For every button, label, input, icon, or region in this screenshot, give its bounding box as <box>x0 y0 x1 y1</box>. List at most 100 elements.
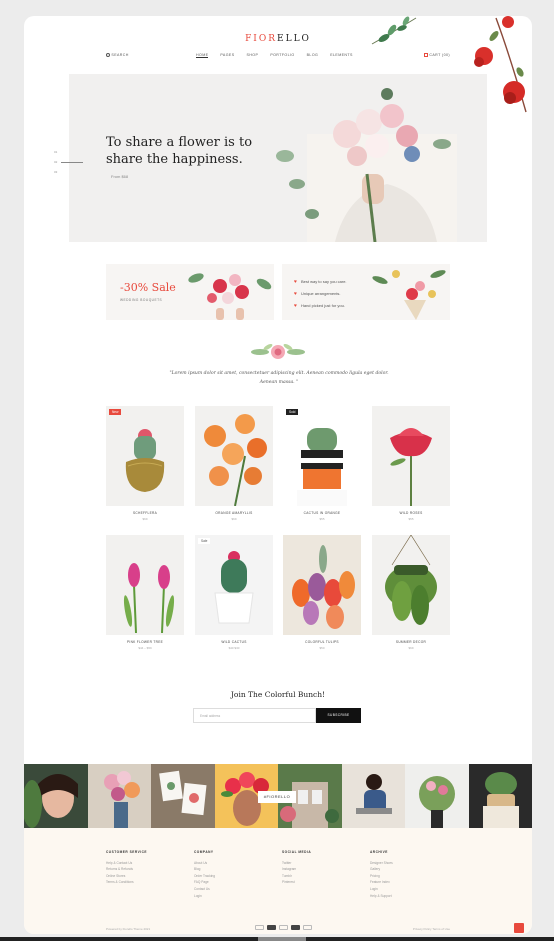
product-price: $40 $30 <box>228 646 240 650</box>
product-price: $55 <box>408 517 414 521</box>
product-name[interactable]: SCHEFFLERA <box>106 511 184 515</box>
product-image[interactable] <box>106 535 184 635</box>
footer-link[interactable]: Help & Contact Us <box>106 860 147 867</box>
footer-link[interactable]: Twitter <box>282 860 311 867</box>
newsletter-title: Join The Colorful Bunch! <box>230 690 326 699</box>
pager-active-bar <box>61 161 84 163</box>
main-menu: HOME PAGES SHOP PORTFOLIO BLOG ELEMENTS <box>196 53 353 58</box>
features-list: Best way to say you care. Unique arrange… <box>294 276 347 312</box>
product-name[interactable]: WILD ROSES <box>372 511 450 515</box>
window-scrollbar[interactable] <box>0 937 554 941</box>
product-name[interactable]: COLORFUL TULIPS <box>283 640 361 644</box>
product-price: $69 <box>142 517 148 521</box>
pager-item-active[interactable]: 02 <box>54 157 84 167</box>
footer-link[interactable]: Designer Shoes <box>370 860 393 867</box>
scrollbar-thumb[interactable] <box>258 937 306 941</box>
product-name[interactable]: ORANGE AMARYLLIS <box>195 511 273 515</box>
email-field[interactable]: Email address <box>193 708 316 723</box>
hero-slider: To share a flower is to share the happin… <box>69 74 487 242</box>
sale-banner[interactable]: -30% Sale WEDDING BOUQUETS <box>106 264 274 320</box>
product-card[interactable]: SUMMER DECOR $69 <box>372 535 450 650</box>
footer-link[interactable]: Pinterest <box>282 879 311 886</box>
logo-part-dark: ELLO <box>277 34 311 44</box>
product-name[interactable]: SUMMER DECOR <box>372 640 450 644</box>
product-name[interactable]: PINK FLOWER TREE <box>106 640 184 644</box>
subscribe-button[interactable]: SUBSCRIBE <box>316 708 361 723</box>
instagram-photo[interactable] <box>468 764 532 828</box>
instagram-photo[interactable] <box>341 764 405 828</box>
footer-link[interactable]: Login <box>370 886 393 893</box>
leaf-branch-decoration <box>371 16 417 45</box>
footer-link[interactable]: Contact Us <box>194 886 215 893</box>
product-badge: New <box>109 409 122 415</box>
cart-label: CART (00) <box>429 53 450 57</box>
product-image[interactable]: Sold <box>283 406 361 506</box>
product-image[interactable] <box>372 406 450 506</box>
cart-button[interactable]: CART (00) <box>423 53 450 57</box>
instagram-photo[interactable] <box>87 764 151 828</box>
nav-item-shop[interactable]: SHOP <box>247 53 259 58</box>
product-image[interactable]: New <box>106 406 184 506</box>
product-image[interactable] <box>283 535 361 635</box>
hero-price: From $68 <box>111 174 129 179</box>
pager-item[interactable]: 03 <box>54 167 83 177</box>
instagram-tag[interactable]: #FIORELLO <box>258 791 296 803</box>
footer-link[interactable]: Feature Index <box>370 879 393 886</box>
footer-column-title: ARCHIVE <box>370 850 388 854</box>
footer-link[interactable]: Tumblr <box>282 873 311 880</box>
footer-link[interactable]: Blog <box>194 866 215 873</box>
footer-link[interactable]: Online Stores <box>106 873 147 880</box>
search-button[interactable]: SEARCH <box>106 53 129 58</box>
product-name[interactable]: CACTUS IN ORANGE <box>283 511 361 515</box>
product-card[interactable]: Sale WILD CACTUS $40 $30 <box>195 535 273 650</box>
back-to-top-button[interactable] <box>514 923 524 933</box>
footer-link[interactable]: Instagram <box>282 866 311 873</box>
product-card[interactable]: WILD ROSES $55 <box>372 406 450 521</box>
instagram-photo[interactable] <box>24 764 88 828</box>
feature-item: Best way to say you care. <box>294 276 347 288</box>
footer-column-customer-service: CUSTOMER SERVICE Help & Contact Us Retur… <box>106 849 147 886</box>
search-label: SEARCH <box>111 53 129 57</box>
product-image[interactable] <box>372 535 450 635</box>
feature-item: Hand picked just for you. <box>294 300 347 312</box>
footer-link[interactable]: Pricing <box>370 873 393 880</box>
slider-pager: 01 02 03 <box>54 147 84 177</box>
footer-link[interactable]: Help & Support <box>370 893 393 900</box>
payment-card-icon <box>255 925 264 930</box>
brand-logo[interactable]: FIORELLO <box>24 34 532 44</box>
footer-legal-links[interactable]: Privacy Policy Terms of Use <box>413 927 450 931</box>
nav-item-home[interactable]: HOME <box>196 53 209 58</box>
footer-link[interactable]: Gallery <box>370 866 393 873</box>
search-icon <box>106 53 110 58</box>
product-badge: Sale <box>198 538 211 544</box>
product-name[interactable]: WILD CACTUS <box>195 640 273 644</box>
bouquet-hero-image <box>276 88 457 242</box>
footer-link[interactable]: Terms & Conditions <box>106 879 147 886</box>
nav-item-elements[interactable]: ELEMENTS <box>330 53 353 58</box>
product-card[interactable]: COLORFUL TULIPS $50 <box>283 535 361 650</box>
product-card[interactable]: PINK FLOWER TREE $44 – $59 <box>106 535 184 650</box>
product-image[interactable]: Sale <box>195 535 273 635</box>
cart-icon <box>423 53 428 57</box>
footer-link[interactable]: Order Tracking <box>194 873 215 880</box>
footer-link[interactable]: FAQ Page <box>194 879 215 886</box>
footer-column-title: COMPANY <box>194 850 214 854</box>
payment-card-icon <box>267 925 276 930</box>
pager-item[interactable]: 01 <box>54 147 83 157</box>
sale-banner-title: -30% Sale <box>120 281 176 294</box>
nav-item-portfolio[interactable]: PORTFOLIO <box>270 53 294 58</box>
features-banner[interactable]: Best way to say you care. Unique arrange… <box>282 264 450 320</box>
instagram-photo[interactable] <box>151 764 215 828</box>
instagram-photo[interactable] <box>405 764 469 828</box>
footer-link[interactable]: About Us <box>194 860 215 867</box>
flower-divider-icon <box>251 343 305 359</box>
footer-link[interactable]: Login <box>194 893 215 900</box>
nav-item-pages[interactable]: PAGES <box>220 53 234 58</box>
product-price: $55 <box>319 517 325 521</box>
product-card[interactable]: Sold CACTUS IN ORANGE $55 <box>283 406 361 521</box>
footer-link[interactable]: Returns & Refunds <box>106 866 147 873</box>
product-card[interactable]: ORANGE AMARYLLIS $69 <box>195 406 273 521</box>
product-image[interactable] <box>195 406 273 506</box>
nav-item-blog[interactable]: BLOG <box>307 53 319 58</box>
product-card[interactable]: New SCHEFFLERA $69 <box>106 406 184 521</box>
